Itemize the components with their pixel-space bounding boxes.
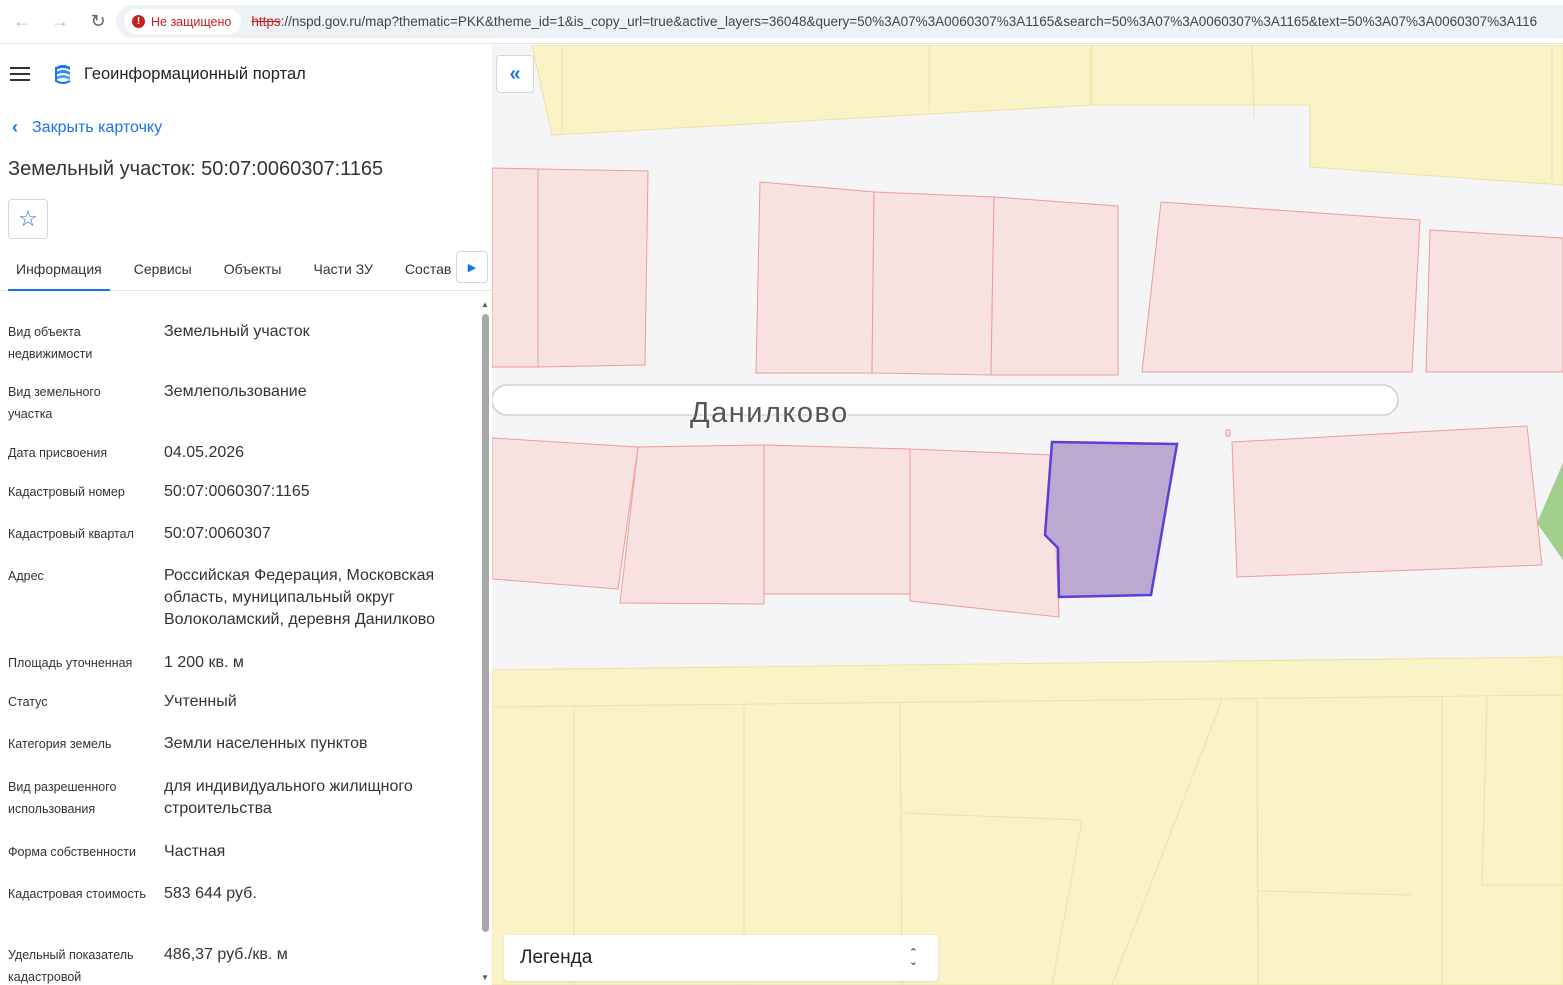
close-card-link[interactable]: ‹ Закрыть карточку (12, 117, 492, 138)
collapse-panel-button[interactable]: « (496, 55, 534, 93)
security-label: Не защищено (151, 14, 232, 29)
parcel[interactable] (1141, 201, 1421, 373)
tab-parts[interactable]: Части ЗУ (305, 257, 380, 291)
property-label: Форма собственности (8, 845, 136, 859)
property-value: Земли населенных пунктов (164, 735, 368, 752)
zone-top-band (531, 45, 1563, 186)
property-value: 04.05.2026 (164, 444, 245, 461)
card-title: Земельный участок: 50:07:0060307:1165 (8, 158, 384, 180)
double-chevron-left-icon: « (509, 62, 521, 85)
property-label: Адрес (8, 569, 44, 583)
hamburger-icon[interactable] (10, 67, 30, 81)
parcel[interactable] (492, 167, 539, 368)
back-arrow-icon[interactable]: ← (6, 6, 38, 38)
road (492, 384, 1399, 416)
browser-toolbar: ← → ↻ ! Не защищено https://nspd.gov.ru/… (0, 0, 1563, 44)
parcel[interactable] (537, 168, 649, 368)
property-value: 583 644 руб. (164, 885, 257, 902)
property-label: Дата присвоения (8, 446, 108, 460)
property-label: Категория земель (8, 737, 112, 751)
scroll-up-arrow-icon[interactable]: ▲ (480, 300, 490, 309)
reload-icon[interactable]: ↻ (82, 6, 114, 38)
green-zone (1537, 463, 1563, 560)
forward-arrow-icon[interactable]: → (44, 6, 76, 38)
property-label: Кадастровый номер (8, 485, 125, 499)
security-indicator[interactable]: ! Не защищено (124, 9, 242, 34)
property-label: Статус (8, 695, 48, 709)
property-value: 1 200 кв. м (164, 654, 244, 671)
panel-scrollbar[interactable]: ▲ ▼ (480, 300, 490, 985)
parcel[interactable] (763, 444, 911, 595)
parcel[interactable] (1225, 429, 1231, 437)
property-label: Вид разрешенного использования (8, 780, 117, 816)
property-value: для индивидуального жилищного строительс… (164, 778, 413, 817)
map-canvas[interactable] (492, 45, 1563, 985)
property-value: Частная (164, 843, 226, 860)
property-value: Российская Федерация, Московская область… (164, 567, 435, 628)
property-label: Кадастровая стоимость (8, 887, 146, 901)
parcel[interactable] (1425, 229, 1563, 373)
caret-right-icon: ▶ (467, 261, 477, 274)
property-label: Удельный показатель кадастровой (8, 948, 134, 984)
info-panel: Геоинформационный портал ‹ Закрыть карто… (0, 45, 492, 985)
url-text[interactable]: https://nspd.gov.ru/map?thematic=PKK&the… (251, 14, 1537, 29)
property-value: 50:07:0060307:1165 (164, 483, 310, 500)
tab-services[interactable]: Сервисы (126, 257, 200, 291)
sort-arrows-icon: ⌃ ⌄ (908, 947, 918, 968)
app-header: Геоинформационный портал (0, 45, 492, 103)
property-value: Землепользование (164, 383, 307, 400)
property-value: Учтенный (164, 693, 237, 710)
star-icon: ☆ (18, 206, 38, 231)
warning-icon: ! (132, 15, 145, 28)
parcel[interactable] (871, 191, 995, 376)
property-value: 486,37 руб./кв. м (164, 946, 288, 963)
url-rest: ://nspd.gov.ru/map?thematic=PKK&theme_id… (280, 14, 1538, 29)
tab-info[interactable]: Информация (8, 257, 110, 291)
parcel[interactable] (755, 181, 875, 374)
parcel[interactable] (909, 448, 1060, 618)
parcel[interactable] (492, 437, 639, 590)
property-label: Вид земельного участка (8, 385, 101, 421)
parcel[interactable] (990, 196, 1119, 376)
address-bar[interactable]: ! Не защищено https://nspd.gov.ru/map?th… (116, 5, 1563, 38)
scroll-down-arrow-icon[interactable]: ▼ (480, 973, 490, 982)
property-label: Вид объекта недвижимости (8, 325, 93, 361)
parcel[interactable] (1231, 425, 1543, 578)
map-view[interactable]: Данилково « Легенда ⌃ ⌄ (492, 45, 1563, 985)
favorite-button[interactable]: ☆ (8, 199, 48, 239)
legend-toggle[interactable]: Легенда ⌃ ⌄ (504, 935, 938, 981)
chevron-left-icon: ‹ (12, 117, 18, 137)
tab-bar: Информация Сервисы Объекты Части ЗУ Сост… (0, 251, 492, 291)
app-title: Геоинформационный портал (84, 64, 306, 83)
legend-label: Легенда (520, 947, 593, 968)
property-value: Земельный участок (164, 323, 310, 340)
street-label: Данилково (690, 397, 849, 429)
close-card-label: Закрыть карточку (32, 118, 163, 136)
property-label: Площадь уточненная (8, 656, 133, 670)
property-label: Кадастровый квартал (8, 527, 134, 541)
property-value: 50:07:0060307 (164, 525, 271, 542)
tab-objects[interactable]: Объекты (216, 257, 290, 291)
url-scheme: https (251, 14, 281, 29)
portal-logo-icon (55, 65, 71, 84)
tab-composition[interactable]: Состав (397, 257, 459, 291)
parcel[interactable] (619, 444, 765, 605)
tabs-next-button[interactable]: ▶ (456, 251, 488, 283)
scroll-thumb[interactable] (482, 314, 489, 932)
selected-parcel[interactable] (1043, 440, 1179, 599)
